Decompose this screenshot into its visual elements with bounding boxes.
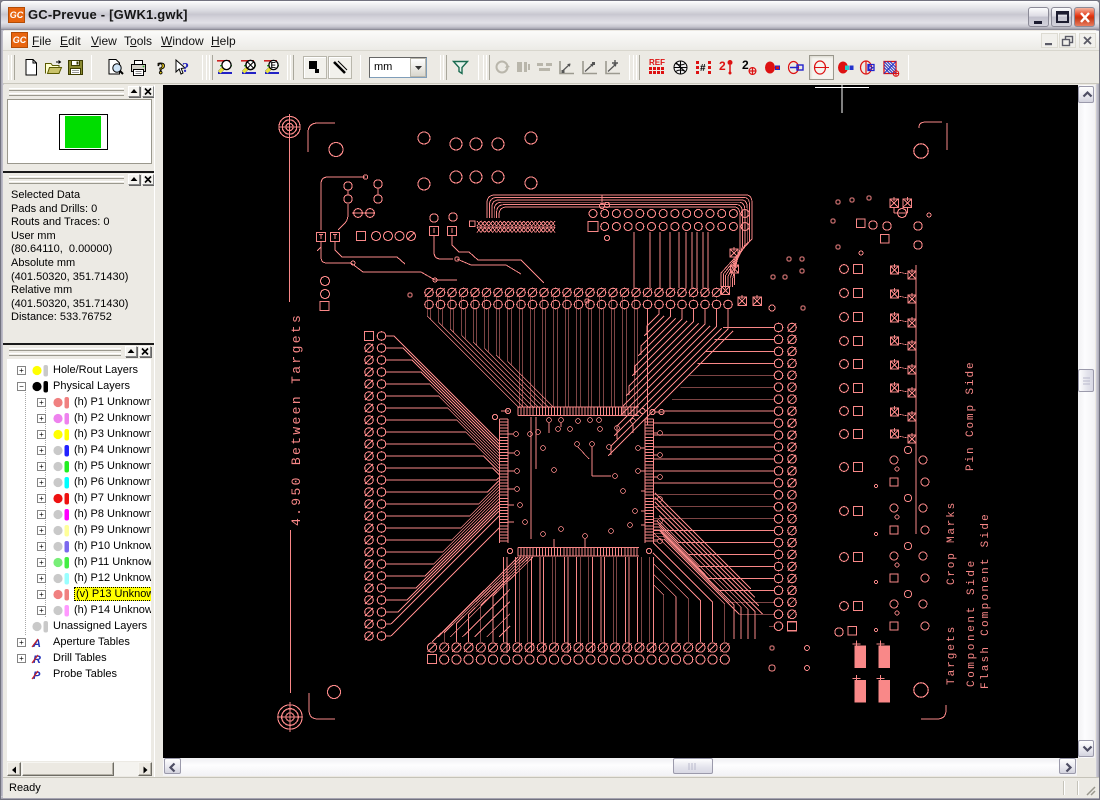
svg-text:4.950 Between Targets: 4.950 Between Targets [289, 313, 304, 526]
svg-text:#: # [700, 63, 706, 74]
svg-text:E: E [271, 61, 277, 70]
svg-text:Targets: Targets [946, 625, 958, 685]
svg-text:Pin Comp Side: Pin Comp Side [965, 360, 977, 471]
svg-text:?: ? [182, 61, 189, 76]
svg-text:Component Side: Component Side [966, 558, 978, 687]
svg-text:?: ? [157, 59, 166, 77]
svg-text:REF: REF [649, 58, 665, 67]
svg-text:A: A [32, 638, 41, 649]
svg-text:2: 2 [742, 58, 749, 72]
svg-text:2: 2 [719, 59, 726, 73]
svg-text:Flash Component Side: Flash Component Side [980, 512, 992, 689]
svg-text:Crop Marks: Crop Marks [946, 501, 958, 585]
